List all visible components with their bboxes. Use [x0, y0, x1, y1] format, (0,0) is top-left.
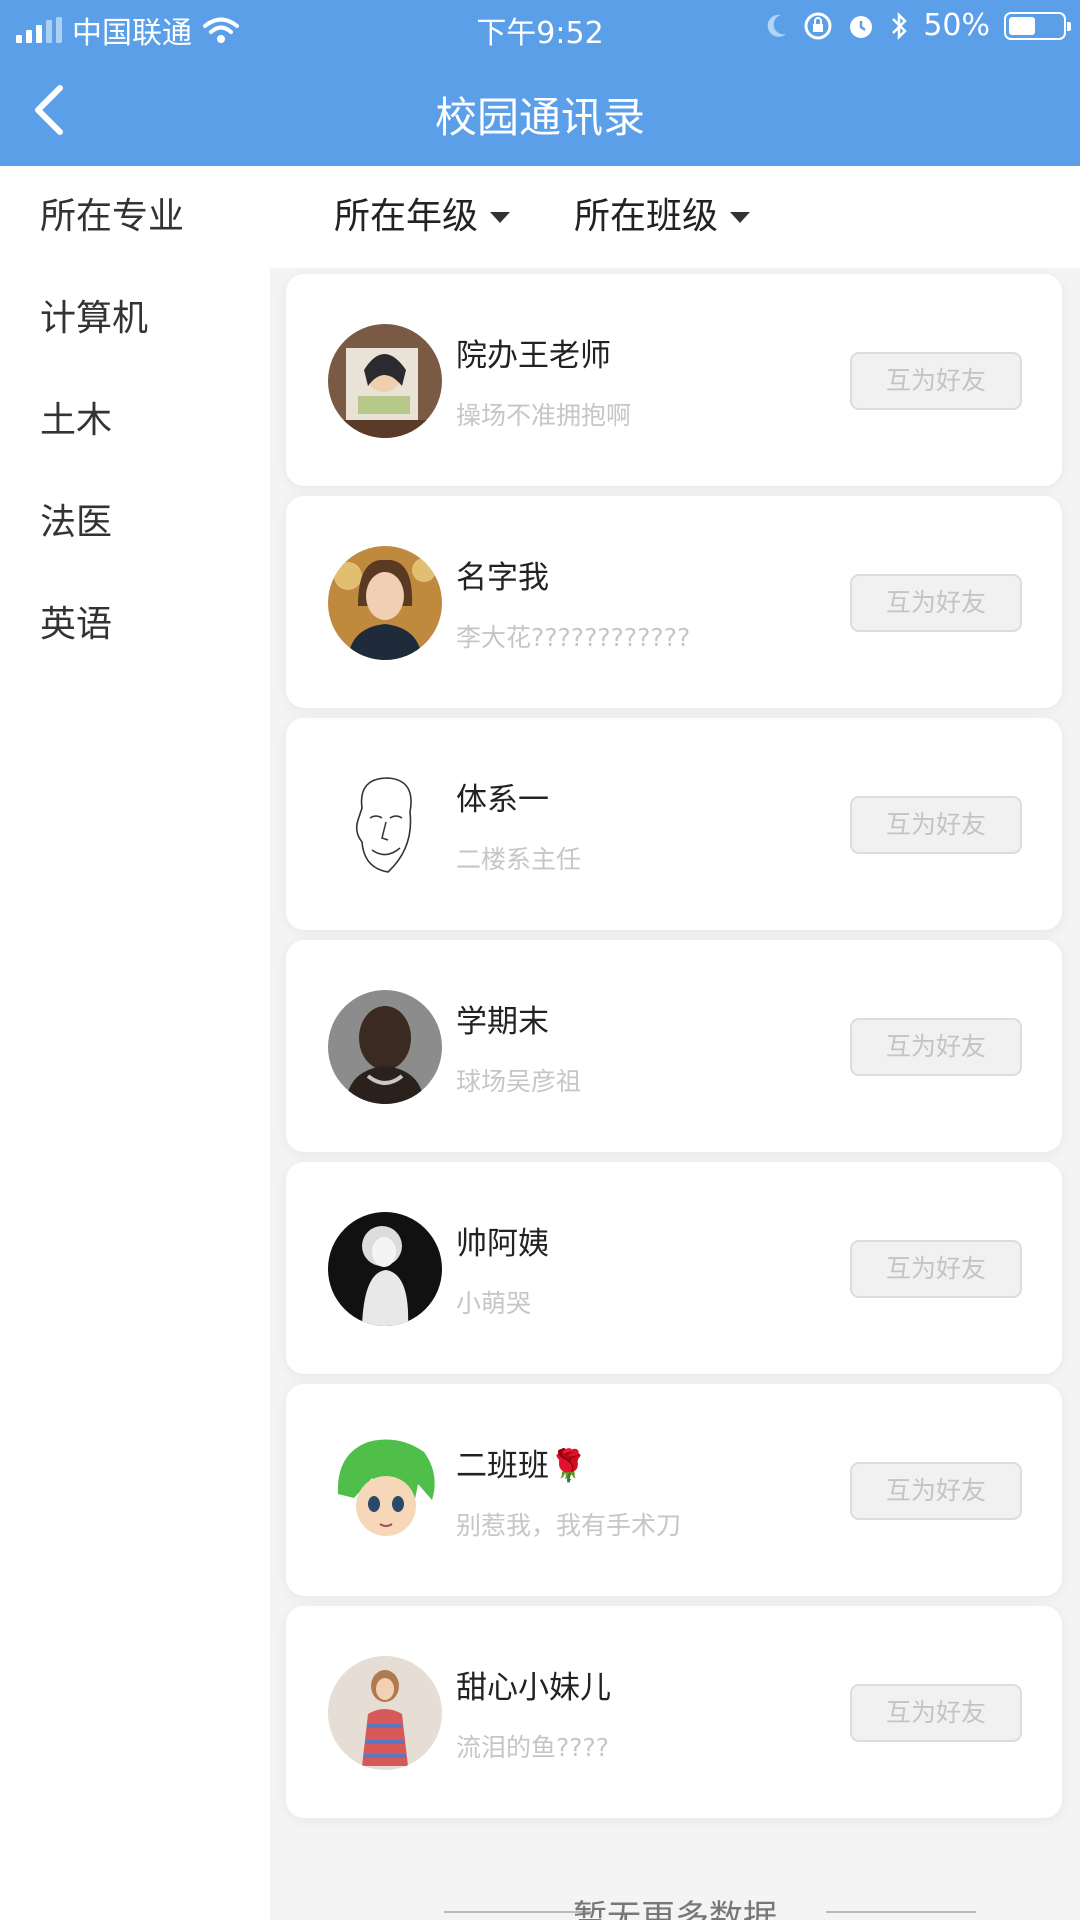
sidebar-item-forensic[interactable]: 法医 [0, 472, 270, 574]
mutual-friend-button[interactable]: 互为好友 [850, 1684, 1022, 1742]
battery-fill [1009, 16, 1035, 35]
mutual-friend-button[interactable]: 互为好友 [850, 796, 1022, 854]
contact-name: 二班班🌹 [456, 1448, 588, 1484]
page-title: 校园通讯录 [434, 93, 645, 142]
bluetooth-icon [892, 11, 908, 40]
contact-signature: 球场吴彦祖 [456, 1067, 582, 1096]
mutual-friend-button[interactable]: 互为好友 [850, 1462, 1022, 1520]
grade-dropdown[interactable]: 所在年级 [334, 166, 511, 268]
avatar [328, 1656, 442, 1770]
battery-icon [1004, 11, 1071, 40]
contact-card[interactable]: 帅阿姨 小萌哭 互为好友 [286, 1162, 1062, 1374]
rotation-lock-icon [804, 12, 832, 39]
class-dropdown-label: 所在班级 [574, 196, 719, 237]
contact-signature: 操场不准拥抱啊 [456, 401, 632, 430]
app-header: 中国联通 下午9:52 50% 校园通讯录 [0, 0, 1080, 166]
contact-signature: 别惹我，我有手术刀 [456, 1511, 682, 1540]
sidebar-item-computer[interactable]: 计算机 [0, 268, 270, 370]
status-bar: 中国联通 下午9:52 50% [0, 0, 1080, 54]
contact-name: 学期末 [456, 1004, 549, 1040]
avatar [328, 324, 442, 438]
contact-card[interactable]: 甜心小妹儿 流泪的鱼???? 互为好友 [286, 1606, 1062, 1818]
contact-card[interactable]: 学期末 球场吴彦祖 互为好友 [286, 940, 1062, 1152]
footer-divider-right [826, 1911, 976, 1913]
caret-down-icon [730, 211, 751, 223]
no-more-data-label: 暂无更多数据 [573, 1898, 777, 1920]
mutual-friend-button[interactable]: 互为好友 [850, 1240, 1022, 1298]
status-right: 50% [763, 8, 1071, 43]
contact-card[interactable]: 名字我 李大花???????????? 互为好友 [286, 496, 1062, 708]
contact-name: 名字我 [456, 560, 549, 596]
contact-name: 院办王老师 [456, 338, 611, 374]
filter-major-tab[interactable]: 所在专业 [0, 166, 270, 268]
avatar [328, 990, 442, 1104]
contact-card[interactable]: 二班班🌹 别惹我，我有手术刀 互为好友 [286, 1384, 1062, 1596]
mutual-friend-button[interactable]: 互为好友 [850, 352, 1022, 410]
avatar [328, 1212, 442, 1326]
contact-signature: 流泪的鱼???? [456, 1733, 610, 1762]
contact-name: 甜心小妹儿 [456, 1670, 611, 1706]
contact-name: 帅阿姨 [456, 1226, 549, 1262]
contact-list: 院办王老师 操场不准拥抱啊 互为好友 名字我 李大花???????????? 互… [286, 274, 1062, 1828]
contact-signature: 二楼系主任 [456, 845, 582, 874]
mutual-friend-button[interactable]: 互为好友 [850, 574, 1022, 632]
caret-down-icon [490, 211, 511, 223]
list-footer: 暂无更多数据 [270, 1880, 1080, 1920]
sidebar-item-civil[interactable]: 土木 [0, 370, 270, 472]
major-sidebar: 计算机 土木 法医 英语 [0, 268, 270, 1920]
class-dropdown[interactable]: 所在班级 [574, 166, 751, 268]
contact-card[interactable]: 院办王老师 操场不准拥抱啊 互为好友 [286, 274, 1062, 486]
contact-name: 体系一 [456, 782, 549, 818]
nav-bar: 校园通讯录 [0, 54, 1080, 166]
filter-bar: 所在专业 所在年级 所在班级 [0, 166, 1080, 268]
sidebar-item-english[interactable]: 英语 [0, 574, 270, 676]
moon-icon [768, 14, 787, 37]
alarm-icon [850, 15, 873, 38]
contact-signature: 小萌哭 [456, 1289, 532, 1318]
contact-card[interactable]: 体系一 二楼系主任 互为好友 [286, 718, 1062, 930]
avatar [328, 768, 442, 882]
mutual-friend-button[interactable]: 互为好友 [850, 1018, 1022, 1076]
avatar [328, 546, 442, 660]
grade-dropdown-label: 所在年级 [334, 196, 479, 237]
avatar [328, 1434, 442, 1548]
contact-signature: 李大花???????????? [456, 623, 691, 652]
battery-percent: 50% [923, 8, 990, 43]
